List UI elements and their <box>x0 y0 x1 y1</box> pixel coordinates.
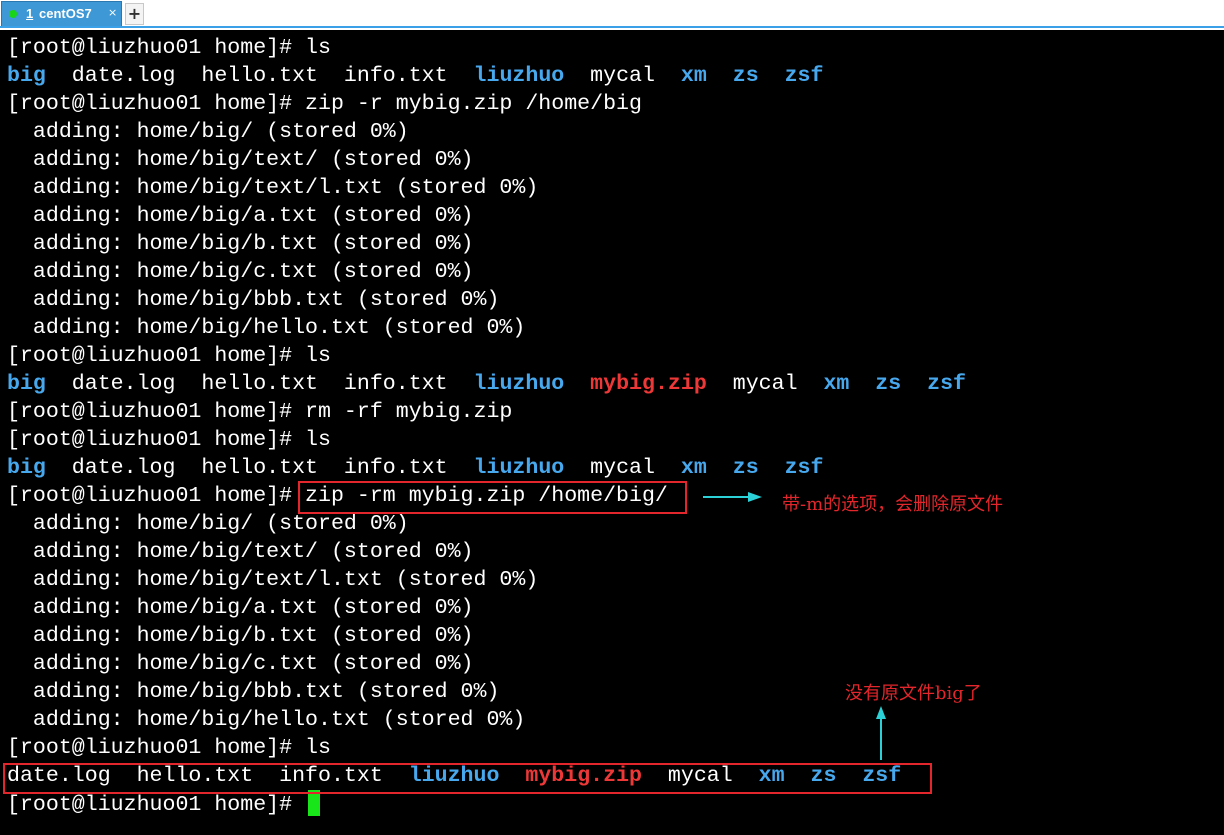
arrow-right-icon <box>703 492 762 502</box>
annotation-arrows <box>703 492 886 760</box>
arrow-up-icon <box>876 706 886 760</box>
